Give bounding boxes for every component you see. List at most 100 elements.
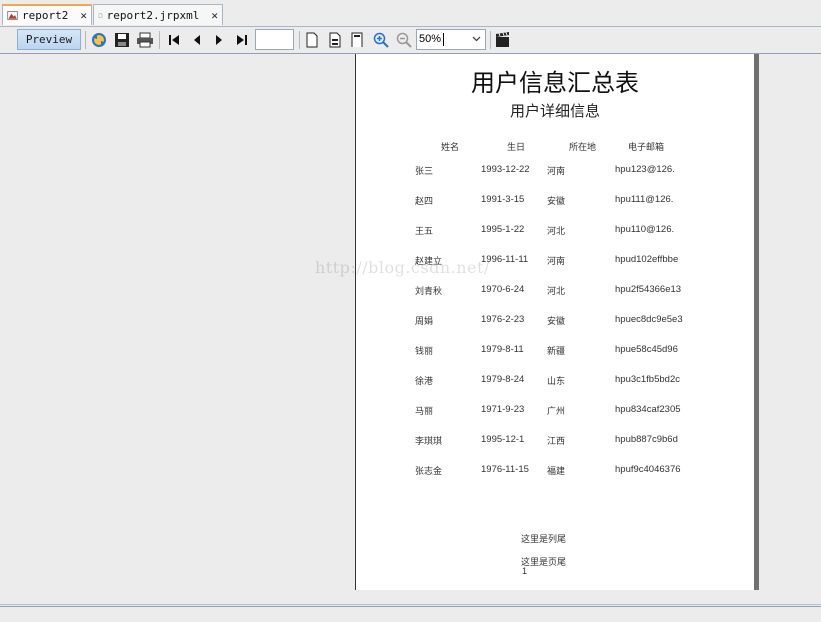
report-icon (7, 11, 18, 20)
cell-email: hpu111@126. (615, 194, 674, 205)
preview-button[interactable]: Preview (17, 29, 81, 50)
actual-size-button[interactable] (302, 30, 322, 50)
cell-name: 周娟 (415, 317, 434, 327)
tab-label: report2 (22, 9, 69, 22)
cell-birthday: 1971-9-23 (481, 404, 525, 415)
toolbar-separator (490, 31, 491, 49)
status-bar (0, 590, 821, 622)
cell-name: 徐港 (415, 377, 434, 387)
zoom-in-icon (373, 32, 389, 48)
cell-email: hpu3c1fb5bd2c (615, 374, 680, 385)
cell-name: 张三 (415, 167, 434, 177)
report-subtitle: 用户详细信息 (509, 102, 600, 120)
tab-label: report2.jrpxml (106, 8, 200, 22)
cell-location: 河南 (547, 167, 566, 177)
column-header-name: 姓名 (441, 143, 460, 153)
report-page: 用户信息汇总表 用户详细信息 姓名 生日 所在地 电子邮箱 张三 1993-12-… (355, 54, 754, 590)
cell-location: 河北 (547, 287, 566, 297)
tab-report2-jrpxml[interactable]: report2.jrpxml ✕ (93, 4, 223, 25)
export-button[interactable] (493, 30, 513, 50)
page-footer: 这里是页尾 (521, 558, 567, 568)
cell-email: hpub887c9b6d (615, 434, 678, 445)
last-page-icon (237, 35, 247, 45)
editor-tab-strip: report2 ✕ report2.jrpxml ✕ (0, 0, 821, 27)
cell-location: 安徽 (547, 197, 566, 207)
cell-email: hpu110@126. (615, 224, 675, 235)
toolbar-separator (159, 31, 160, 49)
cell-email: hpu123@126. (615, 164, 675, 175)
previous-page-button[interactable] (187, 30, 207, 50)
cell-name: 李琪琪 (415, 437, 443, 447)
last-page-button[interactable] (232, 30, 252, 50)
column-header-birthday: 生日 (507, 143, 526, 153)
toolbar-separator (299, 31, 300, 49)
cell-name: 马丽 (415, 407, 434, 417)
cell-birthday: 1991-3-15 (481, 194, 525, 205)
cell-location: 福建 (547, 467, 566, 477)
column-header-email: 电子邮箱 (628, 143, 665, 153)
printer-icon (137, 32, 153, 48)
zoom-out-button[interactable] (394, 30, 414, 50)
cell-location: 广州 (547, 407, 566, 417)
cell-name: 王五 (415, 227, 434, 237)
document-icon (98, 12, 103, 18)
cell-location: 河北 (547, 227, 566, 237)
cell-birthday: 1995-12-1 (481, 434, 525, 445)
clapperboard-icon (496, 32, 509, 47)
next-page-icon (216, 35, 222, 45)
close-icon[interactable]: ✕ (80, 9, 87, 22)
divider (0, 604, 821, 605)
report-toolbar: Preview 50% (0, 27, 821, 54)
cell-email: hpuec8dc9e5e3 (615, 314, 683, 325)
column-footer: 这里是列尾 (521, 535, 567, 545)
fit-page-button[interactable] (325, 30, 345, 50)
save-button[interactable] (112, 30, 132, 50)
cell-location: 新疆 (547, 347, 566, 357)
cell-birthday: 1993-12-22 (481, 164, 530, 175)
cell-birthday: 1979-8-24 (481, 374, 525, 385)
cell-birthday: 1970-6-24 (481, 284, 525, 295)
cell-birthday: 1976-2-23 (481, 314, 525, 325)
cell-email: hpuf9c4046376 (615, 464, 681, 475)
cell-name: 张志金 (415, 467, 443, 477)
chevron-down-icon[interactable] (472, 34, 481, 43)
page-number: 1 (522, 566, 528, 576)
divider (0, 606, 821, 607)
cell-birthday: 1976-11-15 (481, 464, 529, 475)
previous-page-icon (194, 35, 200, 45)
cell-location: 安徽 (547, 317, 566, 327)
text-caret (443, 33, 444, 46)
cell-location: 河南 (547, 257, 566, 267)
cell-email: hpu834caf2305 (615, 404, 681, 415)
cell-name: 赵四 (415, 197, 434, 207)
cell-email: hpu2f54366e13 (615, 284, 682, 295)
refresh-button[interactable] (89, 30, 109, 50)
fit-width-icon (351, 32, 363, 47)
cell-birthday: 1979-8-11 (481, 344, 524, 355)
tab-report2[interactable]: report2 ✕ (2, 4, 92, 25)
zoom-value: 50% (419, 33, 442, 45)
first-page-button[interactable] (164, 30, 184, 50)
watermark-text: http://blog.csdn.net/ (315, 258, 490, 277)
zoom-out-icon (396, 32, 412, 48)
cell-email: hpud102effbbe (615, 254, 679, 265)
report-title: 用户信息汇总表 (471, 69, 639, 97)
fit-page-icon (329, 32, 341, 48)
print-button[interactable] (135, 30, 155, 50)
zoom-select[interactable]: 50% (416, 29, 486, 50)
report-viewport[interactable]: 用户信息汇总表 用户详细信息 姓名 生日 所在地 电子邮箱 张三 1993-12-… (0, 54, 821, 590)
cell-name: 钱丽 (415, 347, 434, 357)
first-page-icon (169, 35, 179, 45)
cell-name: 刘青秋 (415, 287, 443, 297)
toolbar-separator (85, 31, 86, 49)
next-page-button[interactable] (209, 30, 229, 50)
cell-email: hpue58c45d96 (615, 344, 678, 355)
actual-size-icon (306, 32, 318, 48)
zoom-in-button[interactable] (371, 30, 391, 50)
cell-birthday: 1995-1-22 (481, 224, 525, 235)
page-number-input[interactable] (255, 29, 294, 50)
close-icon[interactable]: ✕ (211, 9, 218, 22)
fit-width-button[interactable] (347, 30, 367, 50)
page-shadow (754, 54, 759, 590)
column-header-location: 所在地 (569, 143, 597, 153)
